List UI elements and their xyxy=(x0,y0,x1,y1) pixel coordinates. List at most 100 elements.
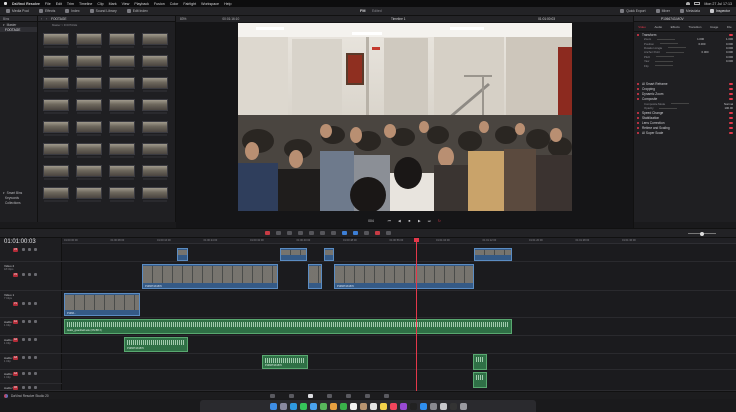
play-icon[interactable]: ▶ xyxy=(417,219,422,224)
lock-icon[interactable] xyxy=(22,386,25,389)
media-thumbnail[interactable] xyxy=(76,165,102,180)
media-thumbnail[interactable] xyxy=(142,165,168,180)
section-toggle[interactable] xyxy=(729,127,733,130)
davinci-resolve-icon[interactable] xyxy=(439,402,447,410)
auto-select-icon[interactable] xyxy=(28,302,31,305)
media-thumbnail[interactable] xyxy=(142,33,168,48)
auto-select-icon[interactable] xyxy=(28,248,31,251)
media-thumbnail[interactable] xyxy=(43,55,69,70)
track-header[interactable]: Audio 31 Clip A3 xyxy=(0,354,62,370)
track-header[interactable]: Audio 5 A5 xyxy=(0,384,62,391)
section-toggle[interactable] xyxy=(729,122,733,125)
track-header[interactable]: V3 xyxy=(0,246,62,262)
messages-icon[interactable] xyxy=(299,402,307,410)
blade-tool-icon[interactable] xyxy=(298,231,303,235)
overwrite-icon[interactable] xyxy=(320,231,325,235)
media-thumbnail[interactable] xyxy=(142,55,168,70)
media-thumbnail[interactable] xyxy=(76,77,102,92)
timeline-clip[interactable] xyxy=(308,264,322,289)
menu-fairlight[interactable]: Fairlight xyxy=(183,2,196,6)
track-badge[interactable]: A1 xyxy=(13,320,18,324)
tab-video[interactable]: Video xyxy=(638,25,646,29)
lock-icon[interactable] xyxy=(22,320,25,323)
section-toggle[interactable] xyxy=(729,132,733,135)
media-thumbnail[interactable] xyxy=(109,77,135,92)
lock-icon[interactable] xyxy=(22,338,25,341)
property-value-2[interactable]: 0.000 xyxy=(719,50,733,54)
finder-icon[interactable] xyxy=(269,402,277,410)
viewer-zoom[interactable]: 83% xyxy=(180,17,186,21)
tv-icon[interactable] xyxy=(409,402,417,410)
record-icon[interactable] xyxy=(265,231,270,235)
property-value-2[interactable]: 0.000 xyxy=(719,42,733,46)
zoom-slider-knob[interactable] xyxy=(700,231,704,236)
terminal-icon[interactable] xyxy=(449,402,457,410)
trash-icon[interactable] xyxy=(459,402,467,410)
media-thumbnail[interactable] xyxy=(43,33,69,48)
inspector-section[interactable]: AI Super Scale xyxy=(634,131,736,136)
mail-icon[interactable] xyxy=(309,402,317,410)
wifi-icon[interactable] xyxy=(686,1,691,5)
auto-select-icon[interactable] xyxy=(28,372,31,375)
insert-icon[interactable] xyxy=(309,231,314,235)
podcasts-icon[interactable] xyxy=(399,402,407,410)
track-header[interactable]: Video 17 Clips V1 xyxy=(0,291,62,318)
property-slider[interactable] xyxy=(659,43,678,45)
property-value[interactable]: 0.000 xyxy=(719,55,733,59)
audio-clip[interactable]: Audio_greenfield.wav (ON BR 3) xyxy=(64,319,512,334)
media-thumbnail[interactable] xyxy=(142,121,168,136)
fusion-page-icon[interactable] xyxy=(327,393,332,398)
flag-icon[interactable] xyxy=(375,231,380,235)
menu-app[interactable]: DaVinci Resolve xyxy=(12,2,40,6)
track-badge[interactable]: A2 xyxy=(13,338,18,342)
go-to-end-icon[interactable]: ⏭ xyxy=(427,219,432,224)
media-thumbnail[interactable] xyxy=(109,33,135,48)
section-toggle[interactable] xyxy=(729,117,733,120)
menu-color[interactable]: Color xyxy=(170,2,179,6)
track-badge[interactable]: V3 xyxy=(13,248,18,252)
menu-file[interactable]: File xyxy=(45,2,51,6)
timeline-clip[interactable]: P1066743.MOV xyxy=(334,264,474,289)
lock-icon[interactable] xyxy=(22,248,25,251)
property-slider[interactable] xyxy=(659,107,678,109)
menu-datetime[interactable]: Mon 27 Jul 17:13 xyxy=(704,2,732,6)
notes-icon[interactable] xyxy=(379,402,387,410)
facetime-icon[interactable] xyxy=(339,402,347,410)
inspector-button[interactable]: Inspector xyxy=(708,8,732,14)
media-thumbnail[interactable] xyxy=(142,99,168,114)
timeline-ruler[interactable]: 01:00:00:00 01:00:08:00 01:00:16:00 01:00:2… xyxy=(62,238,736,244)
property-slider[interactable] xyxy=(657,38,676,40)
section-toggle[interactable] xyxy=(729,33,733,36)
media-thumbnail[interactable] xyxy=(43,77,69,92)
media-thumbnail[interactable] xyxy=(43,121,69,136)
loop-icon[interactable]: ↻ xyxy=(437,219,442,224)
tab-file[interactable]: File xyxy=(727,25,732,29)
safari-icon[interactable] xyxy=(289,402,297,410)
contacts-icon[interactable] xyxy=(359,402,367,410)
audio-clip[interactable]: P1066743.MOV xyxy=(262,355,308,369)
photos-icon[interactable] xyxy=(329,402,337,410)
visibility-icon[interactable] xyxy=(34,248,37,251)
track-header[interactable]: Audio 41 Clip A4 xyxy=(0,370,62,384)
menu-timeline[interactable]: Timeline xyxy=(79,2,92,6)
menu-trim[interactable]: Trim xyxy=(67,2,74,6)
media-thumbnail[interactable] xyxy=(76,55,102,70)
calendar-icon[interactable] xyxy=(349,402,357,410)
media-thumbnail[interactable] xyxy=(76,33,102,48)
visibility-icon[interactable] xyxy=(34,320,37,323)
property-slider[interactable] xyxy=(656,56,675,58)
visibility-icon[interactable] xyxy=(34,273,37,276)
edit-page-icon[interactable] xyxy=(308,393,313,398)
property-value[interactable]: 100.00 xyxy=(719,106,733,110)
media-page-icon[interactable] xyxy=(270,393,275,398)
edit-index-button[interactable]: Edit Index xyxy=(125,8,150,14)
track-header[interactable]: Audio 21 Clip A2 xyxy=(0,336,62,354)
cut-page-icon[interactable] xyxy=(289,393,294,398)
viewer-timeline-name[interactable]: Timeline 1 xyxy=(391,17,406,21)
battery-icon[interactable] xyxy=(694,1,701,5)
media-thumbnail[interactable] xyxy=(76,187,102,202)
menu-view[interactable]: View xyxy=(122,2,130,6)
media-thumbnail[interactable] xyxy=(43,165,69,180)
property-value[interactable]: 0.000 xyxy=(719,46,733,50)
menu-workspace[interactable]: Workspace xyxy=(201,2,219,6)
